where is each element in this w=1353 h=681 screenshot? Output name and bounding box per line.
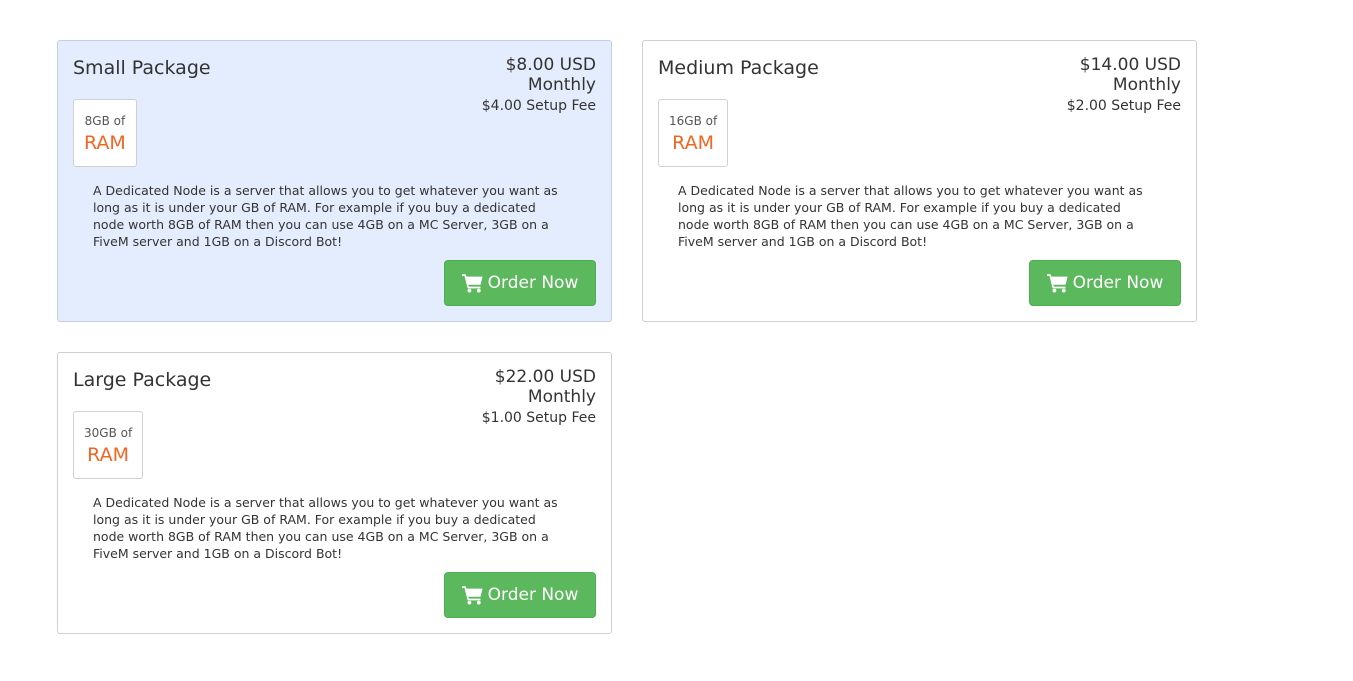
price-block: $14.00 USD Monthly $2.00 Setup Fee bbox=[1067, 55, 1181, 116]
price-block: $8.00 USD Monthly $4.00 Setup Fee bbox=[482, 55, 596, 116]
ram-amount: 30GB of bbox=[84, 426, 133, 440]
order-now-button[interactable]: Order Now bbox=[444, 572, 596, 618]
ram-badge: 8GB of RAM bbox=[73, 99, 137, 167]
package-card-large: Large Package $22.00 USD Monthly $1.00 S… bbox=[57, 352, 612, 634]
setup-fee: $4.00 Setup Fee bbox=[481, 98, 596, 114]
order-now-label: Order Now bbox=[487, 585, 579, 605]
shopping-cart-icon bbox=[461, 585, 483, 605]
price-block: $22.00 USD Monthly $1.00 Setup Fee bbox=[482, 367, 596, 428]
ram-badge: 16GB of RAM bbox=[658, 99, 729, 167]
ram-amount: 16GB of bbox=[669, 114, 718, 128]
package-name: Medium Package bbox=[658, 57, 819, 79]
setup-fee: $2.00 Setup Fee bbox=[1066, 98, 1181, 114]
package-price: $22.00 USD bbox=[494, 367, 596, 387]
order-now-button[interactable]: Order Now bbox=[444, 260, 596, 306]
billing-cycle: Monthly bbox=[1112, 75, 1181, 95]
billing-cycle: Monthly bbox=[527, 75, 596, 95]
billing-cycle: Monthly bbox=[527, 387, 596, 407]
package-card-medium: Medium Package $14.00 USD Monthly $2.00 … bbox=[642, 40, 1197, 322]
ram-unit: RAM bbox=[87, 444, 129, 466]
shopping-cart-icon bbox=[461, 273, 483, 293]
order-now-button[interactable]: Order Now bbox=[1029, 260, 1181, 306]
ram-unit: RAM bbox=[84, 132, 126, 154]
setup-fee: $1.00 Setup Fee bbox=[481, 410, 596, 426]
package-price: $8.00 USD bbox=[505, 55, 596, 75]
package-card-small: Small Package $8.00 USD Monthly $4.00 Se… bbox=[57, 40, 612, 322]
package-name: Large Package bbox=[73, 369, 212, 391]
order-now-label: Order Now bbox=[1072, 273, 1164, 293]
order-now-label: Order Now bbox=[487, 273, 579, 293]
package-description: A Dedicated Node is a server that allows… bbox=[93, 495, 558, 561]
package-description: A Dedicated Node is a server that allows… bbox=[678, 183, 1143, 249]
ram-amount: 8GB of bbox=[84, 114, 126, 128]
ram-badge: 30GB of RAM bbox=[73, 411, 144, 479]
shopping-cart-icon bbox=[1046, 273, 1068, 293]
package-price: $14.00 USD bbox=[1079, 55, 1181, 75]
package-description: A Dedicated Node is a server that allows… bbox=[93, 183, 558, 249]
package-name: Small Package bbox=[73, 57, 211, 79]
ram-unit: RAM bbox=[672, 132, 714, 154]
